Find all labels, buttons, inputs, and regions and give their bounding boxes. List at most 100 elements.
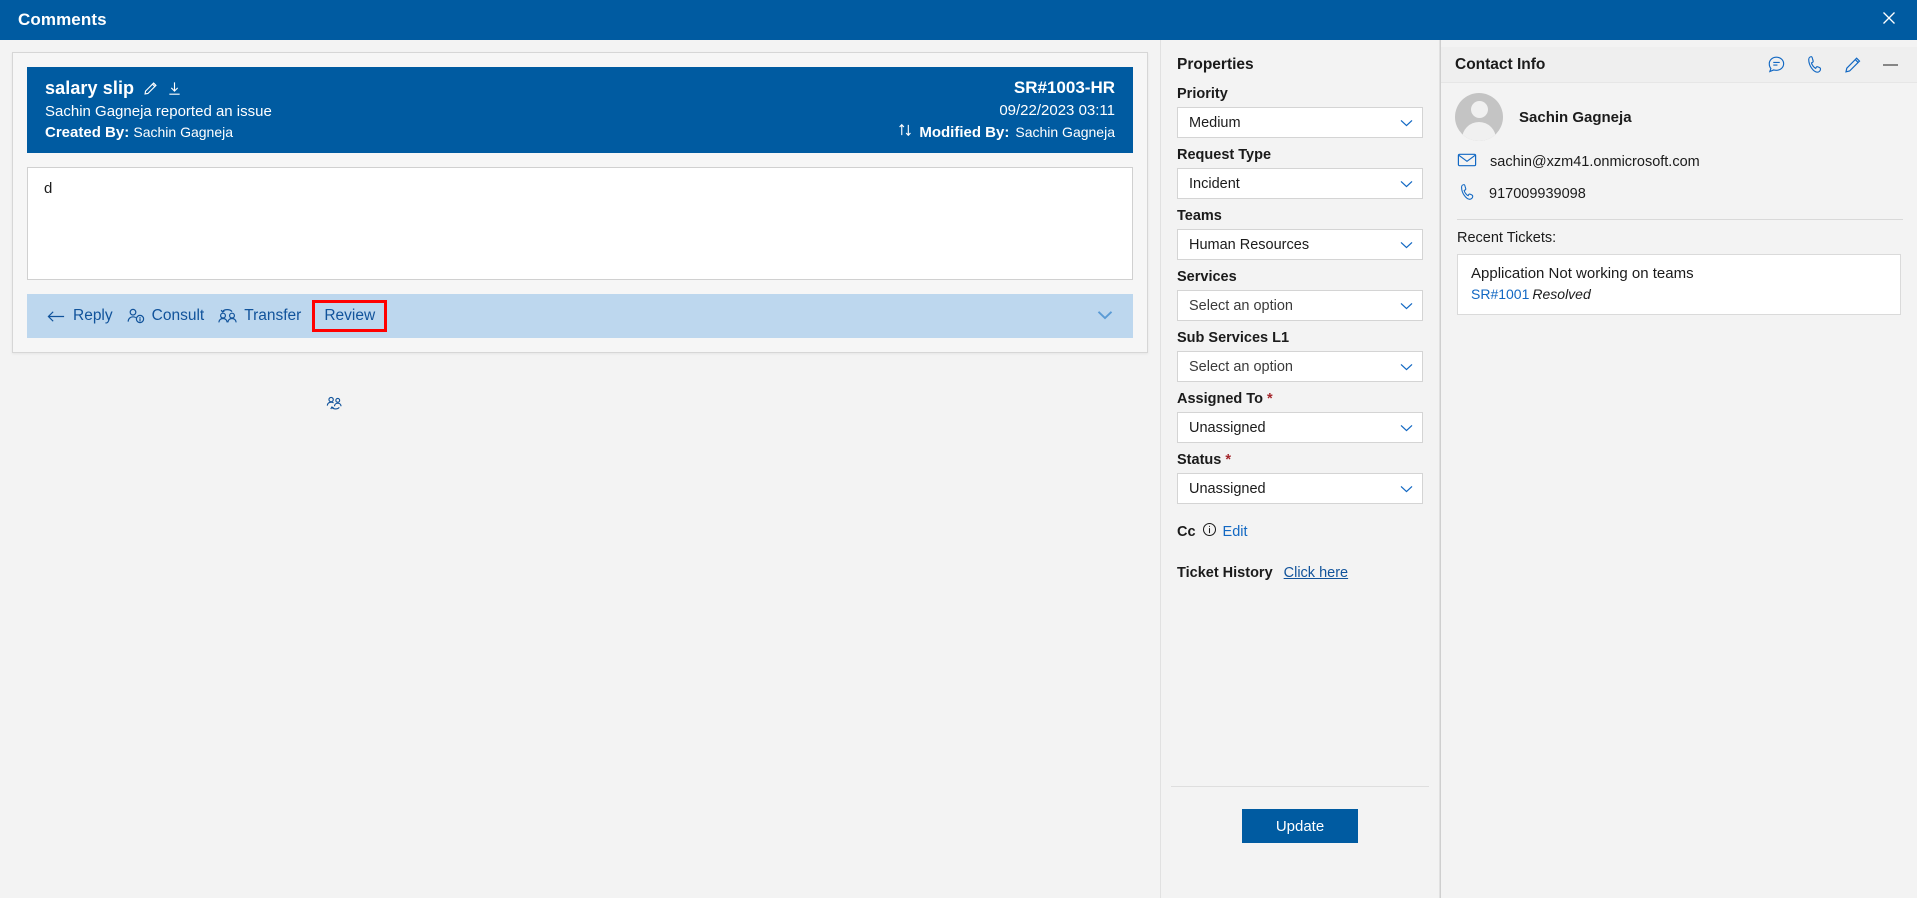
recent-ticket-meta: SR#1001 Resolved: [1471, 286, 1887, 302]
contact-person: Sachin Gagneja: [1455, 93, 1903, 141]
ticket-subject-row: salary slip: [45, 78, 272, 99]
status-label: Status *: [1177, 452, 1423, 468]
sub-services-l1-value: Select an option: [1189, 358, 1293, 375]
request-type-label: Request Type: [1177, 147, 1272, 163]
pencil-icon[interactable]: [1844, 56, 1862, 74]
recent-ticket-item[interactable]: Application Not working on teams SR#1001…: [1457, 254, 1901, 315]
ticket-datetime: 09/22/2023 03:11: [999, 102, 1115, 119]
teams-label: Teams: [1177, 208, 1222, 224]
contact-info-title: Contact Info: [1455, 55, 1546, 73]
sub-services-l1-label: Sub Services L1: [1177, 330, 1290, 346]
chevron-down-icon: [1097, 307, 1113, 325]
contact-info-header: Contact Info: [1441, 47, 1917, 83]
properties-panel: Properties Priority Medium Request Type …: [1160, 40, 1440, 898]
field-sub-services-l1: Sub Services L1 Select an option: [1177, 330, 1423, 382]
ticket-history-row: Ticket History Click here: [1177, 565, 1423, 581]
request-type-select[interactable]: Incident: [1177, 168, 1423, 199]
avatar: [1455, 93, 1503, 141]
contact-email[interactable]: sachin@xzm41.onmicrosoft.com: [1490, 154, 1700, 170]
people-transfer-icon: [218, 308, 237, 324]
transfer-label: Transfer: [244, 307, 302, 324]
action-list: Reply Consult Transfer Review: [43, 300, 388, 332]
contact-email-row: sachin@xzm41.onmicrosoft.com: [1455, 152, 1903, 172]
properties-footer: Update: [1171, 786, 1429, 898]
download-icon[interactable]: [167, 81, 182, 96]
ticket-id: SR#1003-HR: [1013, 78, 1115, 97]
comment-action-bar: Reply Consult Transfer Review: [27, 294, 1133, 338]
reply-label: Reply: [73, 307, 113, 324]
expand-actions-button[interactable]: [1091, 303, 1119, 329]
assigned-to-label: Assigned To *: [1177, 391, 1423, 407]
people-sync-icon: [326, 395, 344, 416]
priority-select[interactable]: Medium: [1177, 107, 1423, 138]
phone-icon[interactable]: [1806, 55, 1824, 74]
close-button[interactable]: [1861, 0, 1917, 40]
field-request-type: Request Type Incident: [1177, 147, 1423, 199]
request-type-value: Incident: [1189, 175, 1240, 192]
chevron-down-icon: [1400, 298, 1413, 314]
modified-by-row: Modified By: Sachin Gagneja: [898, 123, 1115, 141]
comment-header-left: salary slip Sachin Gagneja reported an i…: [45, 78, 272, 141]
chevron-down-icon: [1400, 359, 1413, 375]
created-by-row: Created By: Sachin Gagneja: [45, 124, 272, 141]
pencil-icon[interactable]: [143, 81, 158, 96]
teams-select[interactable]: Human Resources: [1177, 229, 1423, 260]
recent-ticket-title: Application Not working on teams: [1471, 265, 1694, 282]
ticket-history-link[interactable]: Click here: [1284, 565, 1348, 581]
status-value: Unassigned: [1189, 480, 1266, 497]
sub-services-l1-select[interactable]: Select an option: [1177, 351, 1423, 382]
field-teams: Teams Human Resources: [1177, 208, 1423, 260]
update-button[interactable]: Update: [1242, 809, 1358, 843]
chevron-down-icon: [1400, 420, 1413, 436]
review-button[interactable]: Review: [312, 300, 388, 332]
comment-header-right: SR#1003-HR 09/22/2023 03:11 Modified By:…: [898, 78, 1115, 141]
reply-button[interactable]: Reply: [43, 303, 123, 329]
comment-card: salary slip Sachin Gagneja reported an i…: [12, 52, 1148, 353]
services-select[interactable]: Select an option: [1177, 290, 1423, 321]
person-info-icon: [127, 308, 145, 324]
comments-column: salary slip Sachin Gagneja reported an i…: [0, 40, 1160, 898]
field-status: Status * Unassigned: [1177, 452, 1423, 504]
contact-info-body: Sachin Gagneja sachin@xzm41.onmicrosoft.…: [1441, 83, 1917, 315]
comment-header: salary slip Sachin Gagneja reported an i…: [27, 67, 1133, 153]
reply-arrow-icon: [47, 309, 66, 324]
assigned-to-label-text: Assigned To: [1177, 391, 1263, 407]
close-icon: [1881, 10, 1897, 31]
modified-by-label: Modified By:: [919, 123, 1010, 141]
priority-label: Priority: [1177, 86, 1228, 102]
contact-info-panel: Contact Info Sachin Gagneja sachin@xzm41…: [1440, 40, 1917, 898]
chat-icon[interactable]: [1767, 55, 1786, 74]
recent-ticket-id[interactable]: SR#1001: [1471, 286, 1529, 302]
chevron-down-icon: [1400, 481, 1413, 497]
cc-row: Cc Edit: [1177, 522, 1423, 541]
ticket-subject: salary slip: [45, 78, 135, 98]
page-body: salary slip Sachin Gagneja reported an i…: [0, 40, 1917, 898]
consult-button[interactable]: Consult: [123, 303, 215, 329]
transfer-button[interactable]: Transfer: [214, 303, 311, 329]
cc-edit-link[interactable]: Edit: [1223, 524, 1248, 540]
phone-icon: [1459, 183, 1476, 205]
consult-label: Consult: [151, 307, 205, 324]
minimize-icon[interactable]: [1882, 62, 1899, 68]
contact-info-actions: [1767, 55, 1899, 74]
required-marker: *: [1225, 452, 1232, 468]
chevron-down-icon: [1400, 176, 1413, 192]
field-assigned-to: Assigned To * Unassigned: [1177, 391, 1423, 443]
assigned-to-select[interactable]: Unassigned: [1177, 412, 1423, 443]
services-value: Select an option: [1189, 297, 1293, 314]
envelope-icon: [1457, 152, 1477, 172]
recent-tickets-label: Recent Tickets:: [1457, 230, 1557, 246]
created-by-label: Created By:: [45, 124, 130, 141]
properties-title: Properties: [1177, 56, 1254, 73]
ticket-history-label: Ticket History: [1177, 565, 1273, 581]
status-label-text: Status: [1177, 452, 1222, 468]
field-services: Services Select an option: [1177, 269, 1423, 321]
info-circle-icon[interactable]: [1202, 522, 1217, 541]
contact-name: Sachin Gagneja: [1519, 108, 1632, 126]
contact-phone[interactable]: 917009939098: [1489, 186, 1586, 202]
priority-value: Medium: [1189, 114, 1241, 131]
status-select[interactable]: Unassigned: [1177, 473, 1423, 504]
comment-body-text[interactable]: d: [27, 167, 1133, 280]
modified-by-value: Sachin Gagneja: [1015, 124, 1115, 140]
created-by-value: Sachin Gagneja: [133, 124, 234, 140]
